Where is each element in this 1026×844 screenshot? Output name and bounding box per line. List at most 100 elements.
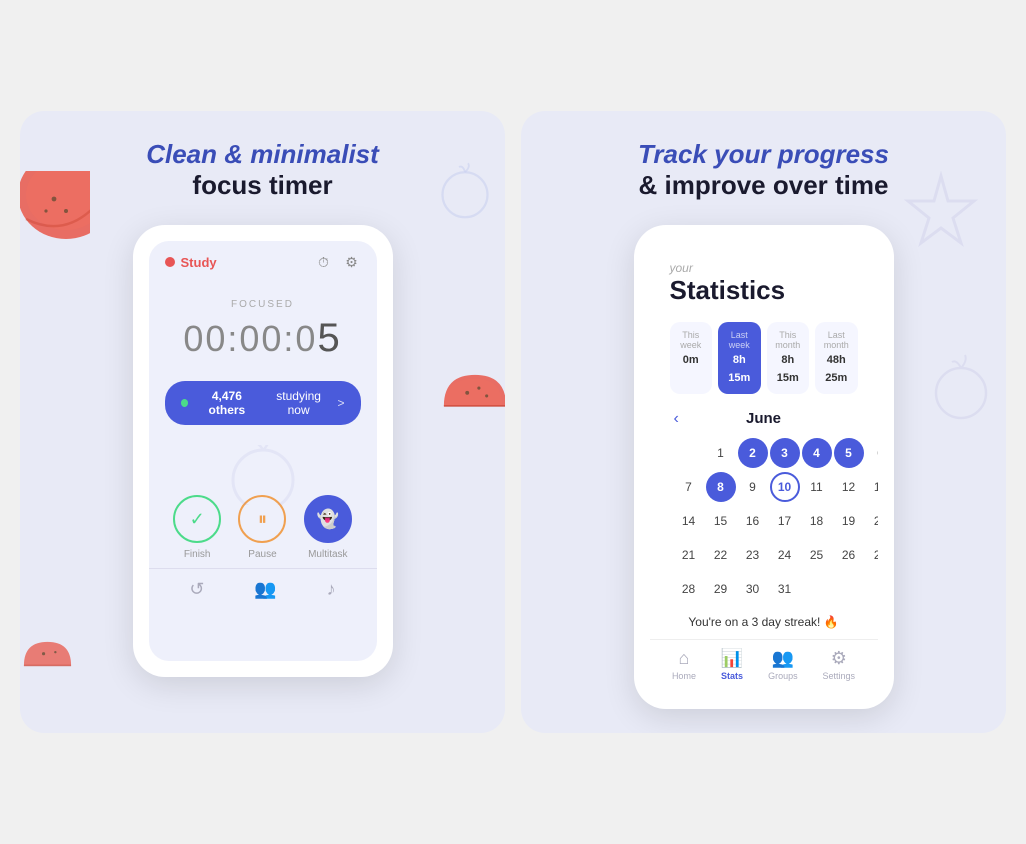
- phone-header: Study ⏱ ⚙: [149, 241, 377, 279]
- cal-cell-5[interactable]: 5: [834, 438, 864, 468]
- nav-friends-icon[interactable]: 👥: [254, 579, 276, 600]
- stat-this-week-value: 0m: [683, 354, 699, 366]
- others-label: studying now: [266, 389, 332, 417]
- right-phone-inner: your Statistics This week 0m Last week 8…: [650, 241, 878, 693]
- stat-last-week-value: 8h 15m: [728, 354, 750, 384]
- cal-cell-8[interactable]: 8: [706, 472, 736, 502]
- cal-cell-23[interactable]: 23: [738, 540, 768, 570]
- stat-last-week[interactable]: Last week 8h 15m: [718, 322, 761, 394]
- timer-display: 00:00:05: [165, 316, 361, 361]
- calendar: ‹ June 1 2 3 4 5 6: [670, 410, 858, 639]
- cal-cell-26[interactable]: 26: [834, 540, 864, 570]
- cal-empty-6: [834, 574, 864, 604]
- cal-cell-11[interactable]: 11: [802, 472, 832, 502]
- groups-icon: 👥: [772, 648, 794, 669]
- stat-this-month-period: This month: [773, 330, 804, 350]
- watermelon-top-left-deco: [20, 171, 90, 251]
- cal-cell-19[interactable]: 19: [834, 506, 864, 536]
- stats-summary-row: This week 0m Last week 8h 15m This month…: [670, 322, 858, 394]
- cal-cell-9[interactable]: 9: [738, 472, 768, 502]
- cal-cell-6[interactable]: 6: [866, 438, 878, 468]
- cal-cell-22[interactable]: 22: [706, 540, 736, 570]
- nav-groups[interactable]: 👥 Groups: [768, 648, 798, 681]
- right-panel: Track your progress & improve over time …: [521, 111, 1006, 733]
- right-phone-mockup: your Statistics This week 0m Last week 8…: [634, 225, 894, 709]
- stat-last-month-period: Last month: [821, 330, 852, 350]
- settings-icon: ⚙: [831, 648, 847, 669]
- finish-label: Finish: [184, 549, 211, 560]
- cal-cell-21[interactable]: 21: [674, 540, 704, 570]
- home-label: Home: [672, 671, 696, 681]
- left-title-normal: focus timer: [44, 170, 481, 201]
- cal-cell-7[interactable]: 7: [674, 472, 704, 502]
- cal-empty-7: [866, 574, 878, 604]
- others-studying-button[interactable]: 4,476 others studying now >: [165, 381, 361, 425]
- settings-icon[interactable]: ⚙: [343, 253, 361, 271]
- left-panel: Clean & minimalist focus timer Study ⏱ ⚙: [20, 111, 505, 733]
- cal-cell-12[interactable]: 12: [834, 472, 864, 502]
- tomato-top-right-deco: [435, 161, 495, 221]
- cal-cell-18[interactable]: 18: [802, 506, 832, 536]
- stat-last-month[interactable]: Last month 48h 25m: [815, 322, 858, 394]
- calendar-header: ‹ June: [674, 410, 854, 427]
- tomato-bg-deco: [203, 445, 323, 505]
- cal-cell-16[interactable]: 16: [738, 506, 768, 536]
- tomato-icon: [165, 257, 175, 267]
- nav-music-icon[interactable]: ♪: [327, 579, 336, 600]
- stat-this-month-value: 8h 15m: [777, 354, 799, 384]
- cal-cell-empty-1: [674, 438, 704, 468]
- statistics-title: Statistics: [670, 275, 858, 306]
- cal-cell-28[interactable]: 28: [674, 574, 704, 604]
- cal-cell-2[interactable]: 2: [738, 438, 768, 468]
- cal-cell-3[interactable]: 3: [770, 438, 800, 468]
- stat-last-week-period: Last week: [724, 330, 755, 350]
- timer-value: 00:00:0: [183, 318, 317, 359]
- cal-cell-24[interactable]: 24: [770, 540, 800, 570]
- nav-timer-icon[interactable]: ↺: [189, 579, 204, 600]
- cal-cell-25[interactable]: 25: [802, 540, 832, 570]
- cal-cell-14[interactable]: 14: [674, 506, 704, 536]
- focused-label: FOCUSED: [165, 299, 361, 310]
- arrow-icon: >: [337, 396, 344, 410]
- cal-cell-4[interactable]: 4: [802, 438, 832, 468]
- home-icon: ⌂: [679, 648, 690, 669]
- cal-cell-29[interactable]: 29: [706, 574, 736, 604]
- stat-this-month[interactable]: This month 8h 15m: [767, 322, 810, 394]
- timer-icon[interactable]: ⏱: [315, 253, 333, 271]
- streak-text: You're on a 3 day streak! 🔥: [674, 605, 854, 639]
- your-label: your: [670, 261, 858, 275]
- cal-cell-17[interactable]: 17: [770, 506, 800, 536]
- cal-cell-10-today[interactable]: 10: [770, 472, 800, 502]
- study-mode-label: Study: [165, 255, 217, 270]
- stat-last-month-value: 48h 25m: [825, 354, 847, 384]
- cal-cell-31[interactable]: 31: [770, 574, 800, 604]
- cal-cell-13[interactable]: 13: [866, 472, 878, 502]
- tomato-right-deco: [926, 351, 996, 421]
- watermelon-mid-right-deco: [440, 371, 505, 441]
- prev-month-button[interactable]: ‹: [674, 410, 679, 428]
- cal-cell-15[interactable]: 15: [706, 506, 736, 536]
- cal-cell-30[interactable]: 30: [738, 574, 768, 604]
- bottom-nav-right: ⌂ Home 📊 Stats 👥 Groups ⚙ Settings: [650, 639, 878, 693]
- green-dot-icon: [181, 399, 189, 407]
- star-deco: [896, 171, 986, 261]
- cal-cell-1[interactable]: 1: [706, 438, 736, 468]
- stats-content: your Statistics This week 0m Last week 8…: [650, 241, 878, 639]
- cal-empty-5: [802, 574, 832, 604]
- nav-settings[interactable]: ⚙ Settings: [823, 648, 856, 681]
- stat-this-week-period: This week: [676, 330, 707, 350]
- right-title-accent: Track your progress: [638, 139, 889, 169]
- phone-header-icons: ⏱ ⚙: [315, 253, 361, 271]
- cal-cell-20[interactable]: 20: [866, 506, 878, 536]
- bottom-nav-left: ↺ 👥 ♪: [149, 568, 377, 612]
- spacer: [149, 445, 377, 475]
- calendar-grid: 1 2 3 4 5 6 7 8 9 10 11 12: [674, 437, 854, 605]
- nav-home[interactable]: ⌂ Home: [672, 648, 696, 681]
- main-container: Clean & minimalist focus timer Study ⏱ ⚙: [0, 91, 1026, 753]
- nav-stats[interactable]: 📊 Stats: [721, 648, 743, 681]
- settings-label: Settings: [823, 671, 856, 681]
- cal-cell-27[interactable]: 27: [866, 540, 878, 570]
- stat-this-week[interactable]: This week 0m: [670, 322, 713, 394]
- others-count: 4,476 others: [194, 389, 260, 417]
- calendar-month: June: [746, 410, 781, 427]
